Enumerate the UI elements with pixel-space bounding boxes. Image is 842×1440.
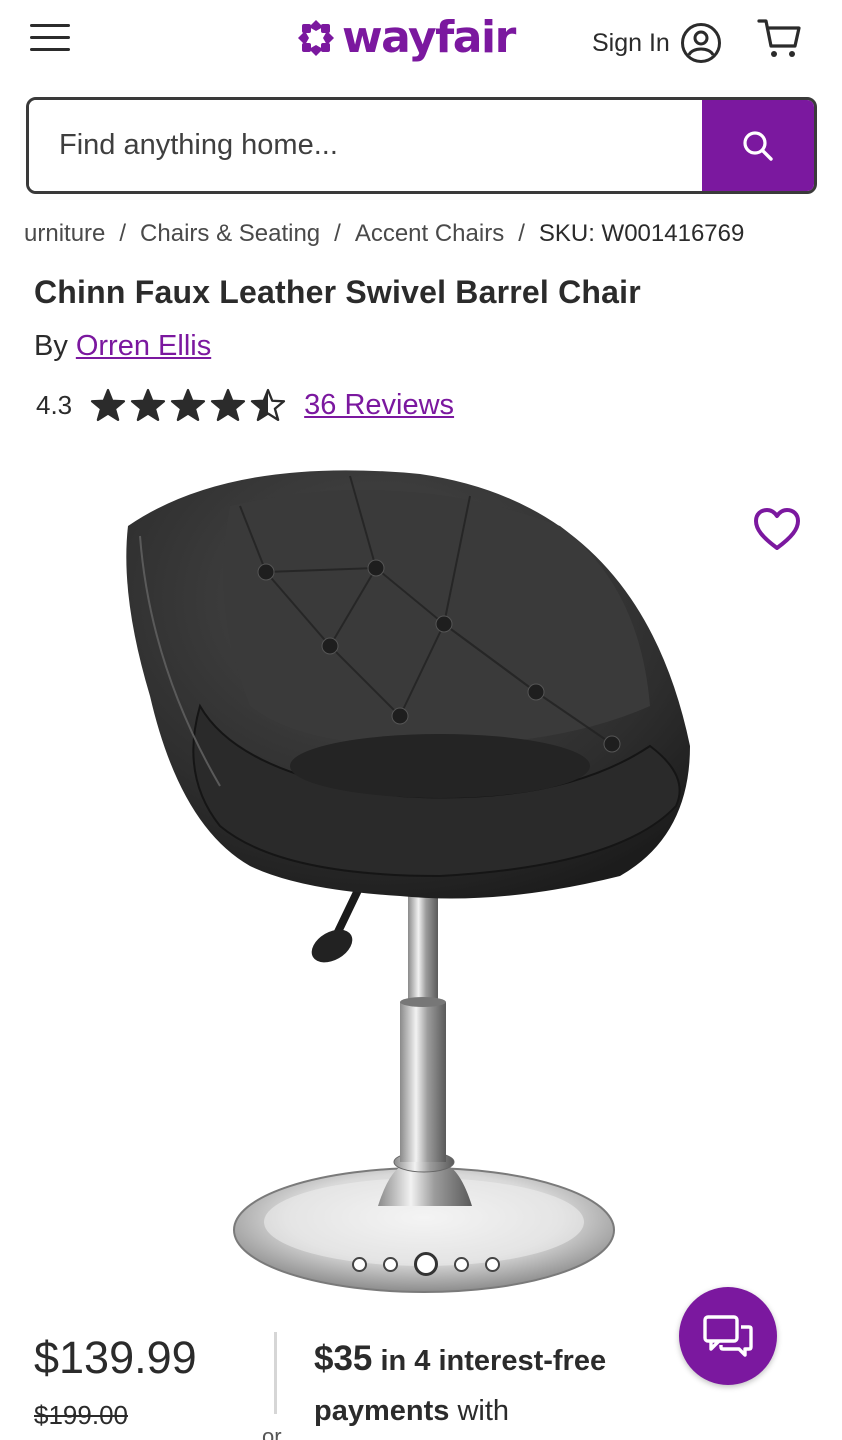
breadcrumb-item-furniture[interactable]: urniture [24,220,105,248]
breadcrumb-sku: SKU: W001416769 [538,220,745,247]
star-full-icon [91,388,126,422]
search-button[interactable] [702,100,814,191]
breadcrumb-item-chairs-seating[interactable]: Chairs & Seating [140,220,320,248]
star-full-icon [211,388,246,422]
rating-row: 4.3 36 Reviews [36,388,454,422]
installment-offer: $35 in 4 interest-free payments with [314,1334,694,1436]
star-full-icon [171,388,206,422]
product-byline: By Orren Ellis [34,330,211,363]
logo-text: wayfair [342,12,516,63]
product-title: Chinn Faux Leather Swivel Barrel Chair [34,274,641,310]
installment-amount: $35 [314,1339,373,1378]
rating-value: 4.3 [36,389,73,420]
chat-button[interactable] [679,1287,777,1385]
sign-in-button[interactable]: Sign In [592,22,722,64]
favorite-heart-icon[interactable] [752,506,802,554]
reviews-link[interactable]: 36 Reviews [304,389,454,422]
hamburger-menu-icon[interactable] [28,20,74,56]
site-header: wayfair Sign In [0,0,842,86]
star-rating[interactable] [90,388,290,422]
carousel-dot[interactable] [454,1256,469,1272]
or-label: or [262,1424,282,1440]
original-price: $199.00 [34,1400,128,1430]
breadcrumb: urniture / Chairs & Seating / Accent Cha… [24,220,824,248]
carousel-dot[interactable] [485,1256,500,1272]
brand-link[interactable]: Orren Ellis [76,330,211,362]
shopping-cart-icon[interactable] [756,16,802,62]
wayfair-pinwheel-icon [298,20,334,56]
current-price: $139.99 [34,1332,197,1383]
by-label: By [34,330,68,362]
installment-terms: in 4 interest-free [380,1345,607,1377]
search-input[interactable] [29,100,702,191]
image-carousel-dots [344,1252,508,1276]
carousel-dot[interactable] [352,1256,367,1272]
price-divider [274,1332,277,1414]
breadcrumb-item-accent-chairs[interactable]: Accent Chairs [355,220,504,248]
installment-payments: payments [314,1395,450,1427]
user-circle-icon [680,23,721,63]
carousel-dot[interactable] [383,1256,398,1272]
breadcrumb-separator: / [119,220,127,247]
star-full-icon [131,388,166,422]
product-image[interactable] [0,446,842,1306]
chat-bubbles-icon [703,1315,753,1357]
search-bar [26,97,817,194]
wayfair-logo[interactable]: wayfair [296,10,516,66]
installment-tail: with [457,1395,510,1427]
sign-in-label: Sign In [592,28,670,57]
star-half-icon [251,388,286,422]
search-icon [743,130,773,161]
breadcrumb-separator: / [518,220,525,247]
breadcrumb-separator: / [334,220,341,247]
carousel-dot[interactable] [414,1252,438,1276]
